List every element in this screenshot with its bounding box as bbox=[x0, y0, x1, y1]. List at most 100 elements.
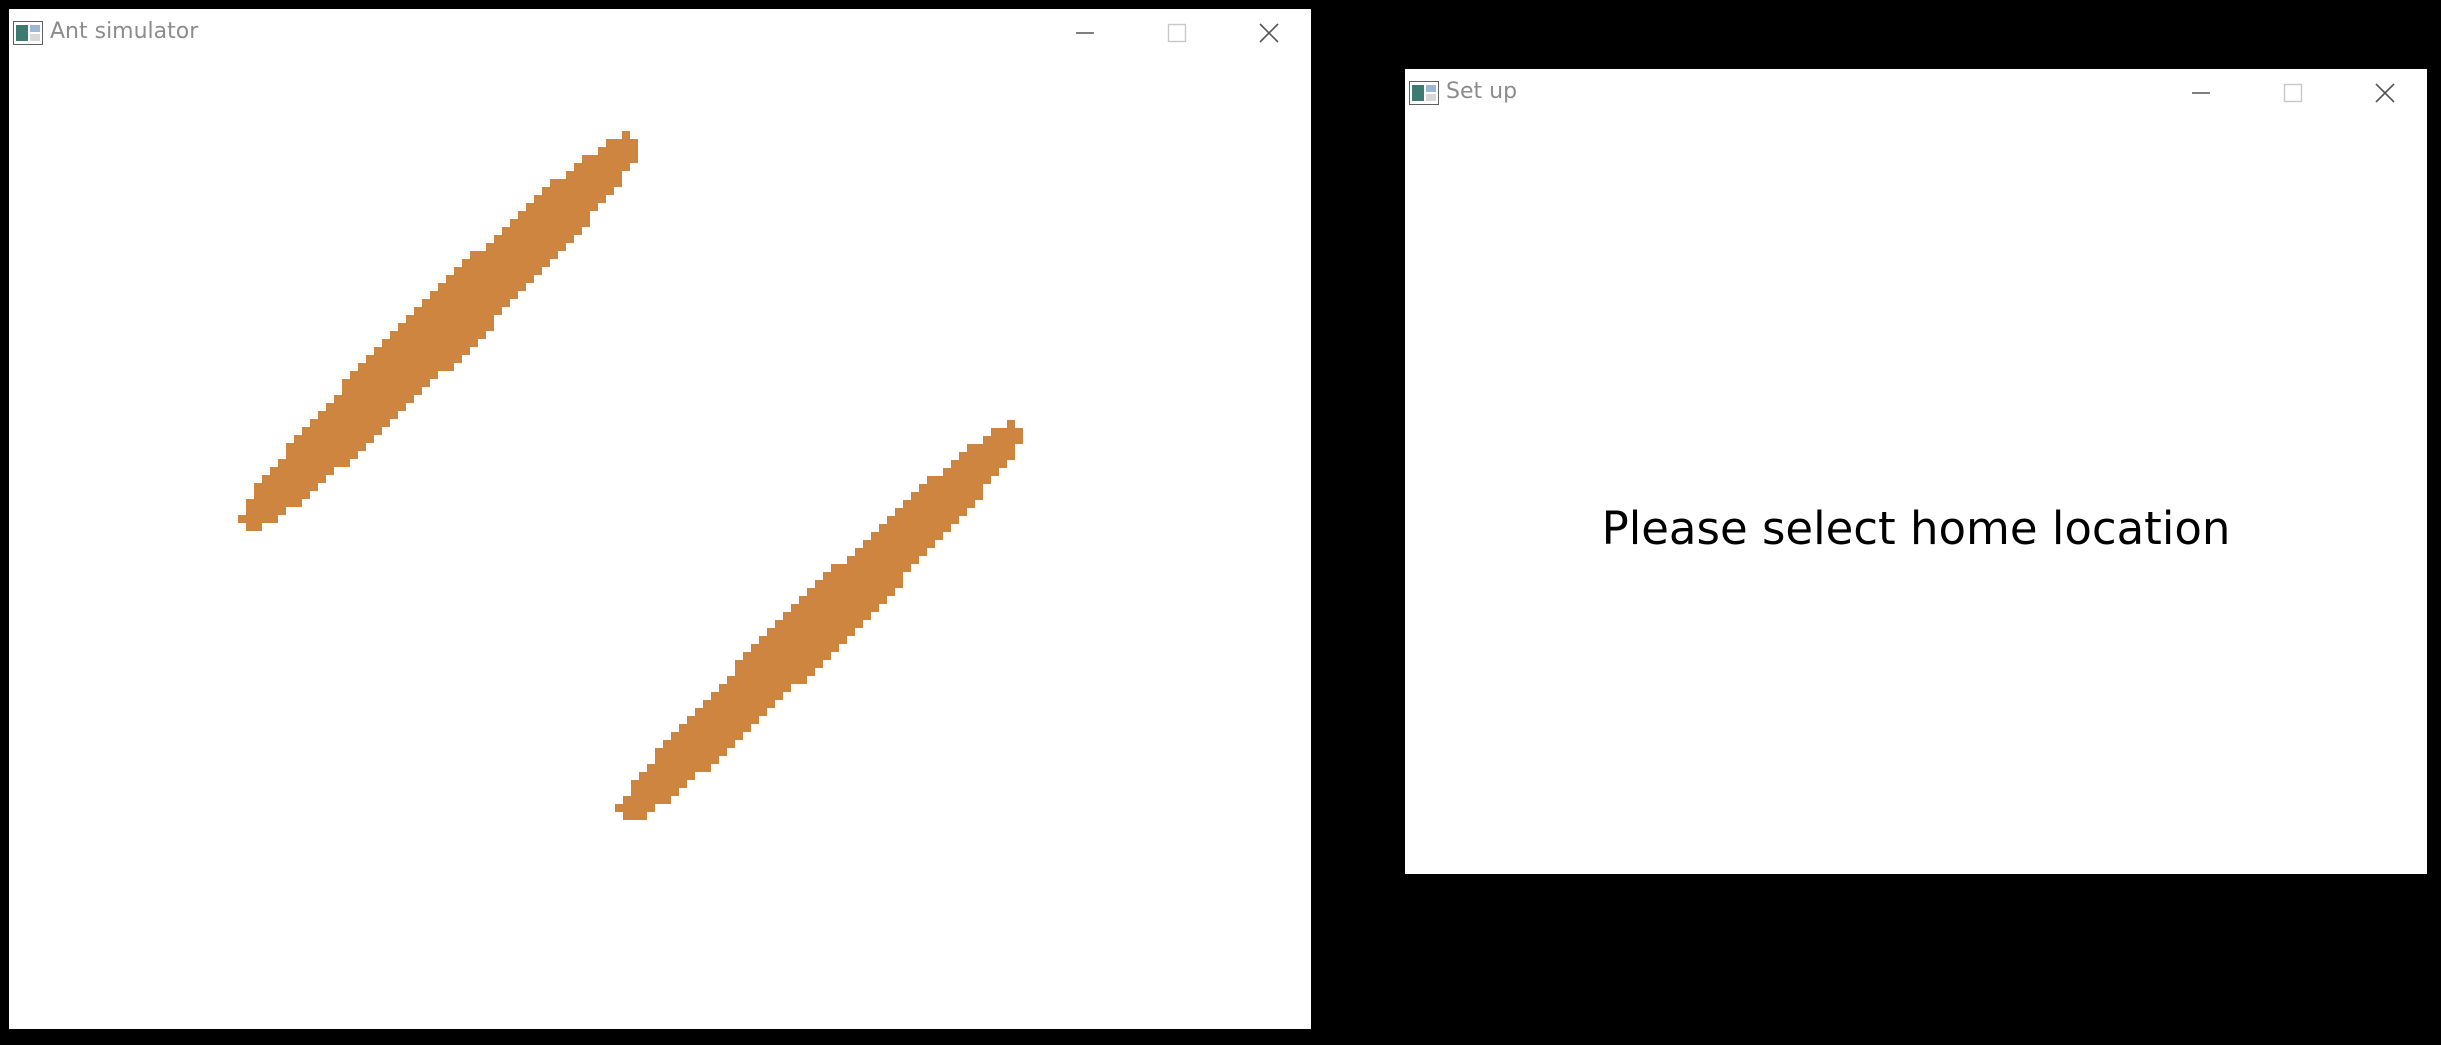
food-cell bbox=[470, 307, 478, 315]
food-cell bbox=[430, 371, 438, 379]
food-cell bbox=[695, 708, 703, 716]
food-cell bbox=[983, 452, 991, 460]
food-cell bbox=[374, 419, 382, 427]
food-cell bbox=[799, 612, 807, 620]
food-cell bbox=[767, 676, 775, 684]
food-cell bbox=[863, 564, 871, 572]
food-cell bbox=[406, 395, 414, 403]
food-cell bbox=[927, 500, 935, 508]
food-cell bbox=[783, 660, 791, 668]
food-cell bbox=[494, 307, 502, 315]
food-cell bbox=[799, 652, 807, 660]
food-cell bbox=[414, 339, 422, 347]
food-cell bbox=[494, 243, 502, 251]
food-cell bbox=[534, 227, 542, 235]
setup-window[interactable]: Set up Please select home location bbox=[1405, 69, 2427, 874]
food-cell bbox=[318, 427, 326, 435]
food-cell bbox=[871, 580, 879, 588]
food-cell bbox=[727, 692, 735, 700]
food-cell bbox=[590, 163, 598, 171]
food-cell bbox=[895, 540, 903, 548]
food-cell bbox=[438, 323, 446, 331]
food-cell bbox=[847, 572, 855, 580]
food-cell bbox=[663, 748, 671, 756]
food-cell bbox=[871, 604, 879, 612]
food-cell bbox=[406, 331, 414, 339]
food-cell bbox=[863, 596, 871, 604]
food-cell bbox=[470, 275, 478, 283]
food-patch bbox=[238, 131, 638, 531]
food-cell bbox=[839, 580, 847, 588]
minimize-button[interactable] bbox=[2155, 69, 2247, 117]
food-cell bbox=[326, 443, 334, 451]
food-cell bbox=[318, 459, 326, 467]
food-cell bbox=[799, 620, 807, 628]
food-cell bbox=[462, 291, 470, 299]
food-cell bbox=[486, 267, 494, 275]
food-cell bbox=[647, 804, 655, 812]
close-icon bbox=[2375, 83, 2395, 103]
ant-simulator-window[interactable]: Ant simulator bbox=[9, 9, 1311, 1029]
food-cell bbox=[334, 451, 342, 459]
maximize-button[interactable] bbox=[1131, 9, 1223, 57]
food-cell bbox=[911, 548, 919, 556]
food-cell bbox=[614, 155, 622, 163]
food-cell bbox=[759, 652, 767, 660]
food-cell bbox=[310, 427, 318, 435]
food-cell bbox=[935, 492, 943, 500]
food-cell bbox=[526, 267, 534, 275]
food-cell bbox=[430, 291, 438, 299]
food-cell bbox=[951, 476, 959, 484]
food-cell bbox=[366, 371, 374, 379]
food-cell bbox=[462, 347, 470, 355]
food-cell bbox=[727, 740, 735, 748]
food-cell bbox=[326, 403, 334, 411]
food-cell bbox=[791, 652, 799, 660]
close-button[interactable] bbox=[2339, 69, 2431, 117]
food-cell bbox=[655, 772, 663, 780]
food-cell bbox=[606, 139, 614, 147]
food-cell bbox=[775, 620, 783, 628]
title-bar[interactable]: Set up bbox=[1405, 69, 2427, 117]
food-cell bbox=[783, 628, 791, 636]
simulation-canvas[interactable] bbox=[9, 57, 1311, 1029]
food-cell bbox=[751, 692, 759, 700]
food-cell bbox=[999, 460, 1007, 468]
food-cell bbox=[270, 515, 278, 523]
food-cell bbox=[855, 612, 863, 620]
food-cell bbox=[775, 684, 783, 692]
food-cell bbox=[767, 652, 775, 660]
food-cell bbox=[871, 540, 879, 548]
food-cell bbox=[350, 451, 358, 459]
food-cell bbox=[302, 459, 310, 467]
food-cell bbox=[879, 532, 887, 540]
food-cell bbox=[967, 500, 975, 508]
food-cell bbox=[358, 411, 366, 419]
food-cell bbox=[791, 604, 799, 612]
food-cell bbox=[446, 347, 454, 355]
food-cell bbox=[679, 780, 687, 788]
food-cell bbox=[462, 331, 470, 339]
food-cell bbox=[582, 187, 590, 195]
minimize-button[interactable] bbox=[1039, 9, 1131, 57]
food-cell bbox=[871, 556, 879, 564]
food-cell bbox=[799, 596, 807, 604]
food-cell bbox=[446, 355, 454, 363]
food-cell bbox=[398, 379, 406, 387]
food-cell bbox=[687, 772, 695, 780]
food-cell bbox=[398, 347, 406, 355]
food-cell bbox=[446, 315, 454, 323]
food-cell bbox=[342, 435, 350, 443]
food-cell bbox=[486, 243, 494, 251]
food-cell bbox=[919, 516, 927, 524]
maximize-button[interactable] bbox=[2247, 69, 2339, 117]
simulation-area[interactable] bbox=[9, 57, 1311, 1029]
food-cell bbox=[382, 379, 390, 387]
food-cell bbox=[679, 724, 687, 732]
title-bar[interactable]: Ant simulator bbox=[9, 9, 1311, 57]
food-cell bbox=[462, 323, 470, 331]
food-cell bbox=[671, 772, 679, 780]
food-cell bbox=[342, 427, 350, 435]
food-cell bbox=[719, 740, 727, 748]
close-button[interactable] bbox=[1223, 9, 1315, 57]
